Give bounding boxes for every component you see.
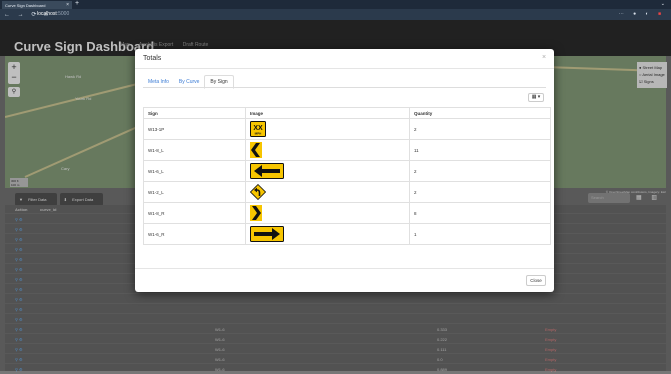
modal-footer-divider (135, 268, 554, 269)
modal-header-divider (135, 68, 554, 69)
table-row: W1-6_L 2 (143, 160, 551, 182)
sign-image-cell (245, 160, 410, 182)
sign-quantity: 8 (409, 202, 551, 224)
curve-left-sign-icon (249, 183, 267, 201)
header-quantity: Quantity (409, 107, 551, 119)
sign-quantity: 2 (409, 118, 551, 140)
url-host: localhost (37, 11, 57, 17)
sign-code: W1-2_L (143, 181, 246, 203)
sign-code: W1-6_R (143, 223, 246, 245)
browser-tab-strip: Curve Sign Dashboard × + ⌄ (0, 0, 671, 9)
table-row: W13-1P XX MPH 2 (143, 118, 551, 140)
sign-image-cell (245, 181, 410, 203)
close-button[interactable]: Close (526, 275, 546, 286)
advisory-speed-plaque-icon: XX MPH (250, 120, 266, 138)
sign-image-cell: XX MPH (245, 118, 410, 140)
header-sign: Sign (143, 107, 246, 119)
modal-tabs: Meta Info By Curve By Sign (143, 75, 234, 89)
table-row: W1-6_R 1 (143, 223, 551, 245)
header-image: Image (245, 107, 410, 119)
close-tab-icon[interactable]: × (66, 2, 69, 8)
sign-totals-table: Sign Image Quantity W13-1P XX MPH 2 W1-8_L 11… (143, 107, 551, 245)
columns-toggle-button[interactable]: ▦ ▾ (528, 93, 544, 102)
tabs-underline (143, 87, 546, 88)
sign-code: W1-8_R (143, 202, 246, 224)
sign-quantity: 11 (409, 139, 551, 161)
large-arrow-left-sign-icon (250, 162, 284, 180)
table-row: W1-2_L 2 (143, 181, 551, 203)
sign-code: W1-8_L (143, 139, 246, 161)
large-arrow-right-sign-icon (250, 225, 284, 243)
table-row: W1-8_R 8 (143, 202, 551, 224)
browser-tab[interactable]: Curve Sign Dashboard × (2, 1, 72, 9)
browser-tab-title: Curve Sign Dashboard (5, 3, 46, 8)
address-bar: ← → ⟳ ⌂ localhost:5000 ⋯ ● ◐ ■ (0, 9, 671, 20)
extension-icons[interactable]: ⋯ ● ◐ ■ (619, 11, 665, 17)
table-header-row: Sign Image Quantity (143, 107, 551, 119)
sign-code: W1-6_L (143, 160, 246, 182)
modal-close-icon[interactable]: × (542, 54, 546, 61)
sign-quantity: 1 (409, 223, 551, 245)
sign-quantity: 2 (409, 181, 551, 203)
sign-image-cell (245, 223, 410, 245)
sign-image-cell (245, 202, 410, 224)
sign-code: W13-1P (143, 118, 246, 140)
new-tab-button[interactable]: + (75, 0, 79, 7)
plaque-sub: MPH (255, 131, 262, 135)
url-port: :5000 (56, 11, 70, 17)
modal-title: Totals (143, 55, 162, 62)
chevron-left-sign-icon (250, 141, 262, 159)
table-row: W1-8_L 11 (143, 139, 551, 161)
chevron-right-sign-icon (250, 204, 262, 222)
window-controls[interactable]: ⌄ (661, 1, 665, 7)
sign-image-cell (245, 139, 410, 161)
url-field[interactable]: localhost:5000 (37, 11, 69, 17)
totals-modal: Totals × Meta Info By Curve By Sign ▦ ▾ Si… (135, 49, 554, 292)
sign-quantity: 2 (409, 160, 551, 182)
